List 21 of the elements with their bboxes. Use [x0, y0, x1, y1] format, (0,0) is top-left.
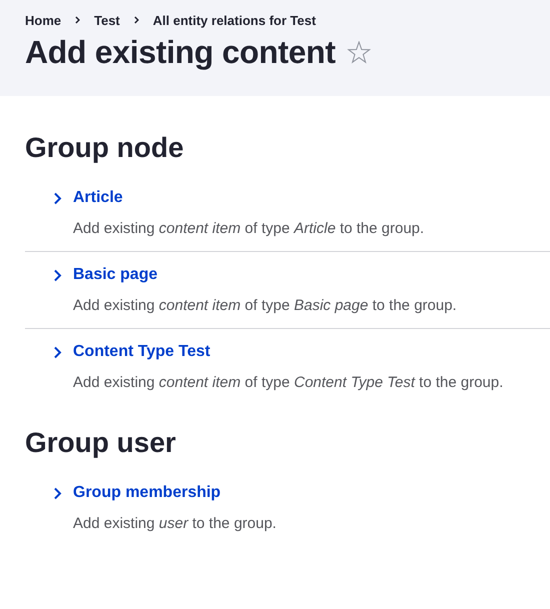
breadcrumb-chevron-icon [134, 16, 139, 24]
section-heading: Group user [25, 427, 177, 459]
content-type-link[interactable]: Article [73, 189, 123, 207]
content-type-link[interactable]: Group membership [73, 484, 221, 502]
chevron-right-icon [53, 486, 63, 500]
content-type-link[interactable]: Content Type Test [73, 343, 210, 361]
content-type-link[interactable]: Basic page [73, 266, 158, 284]
item-description: Add existing content item of type Basic page to the group. [73, 297, 458, 314]
item-description: Add existing user to the group. [73, 515, 278, 532]
breadcrumb-link[interactable]: Test [94, 12, 120, 28]
breadcrumb-chevron-icon [75, 16, 80, 24]
page-title: Add existing content [25, 34, 336, 71]
chevron-right-icon [53, 192, 63, 204]
star-icon[interactable] [347, 41, 372, 64]
item-description: Add existing content item of type Article to the group. [73, 220, 426, 237]
chevron-right-icon [53, 268, 63, 282]
item-description: Add existing content item of type Content Type Test to the group. [73, 374, 504, 391]
chevron-right-icon [53, 346, 63, 358]
breadcrumb-link[interactable]: Home [25, 12, 62, 28]
breadcrumb-link[interactable]: All entity relations for Test [152, 12, 316, 28]
section-heading: Group node [25, 132, 185, 164]
